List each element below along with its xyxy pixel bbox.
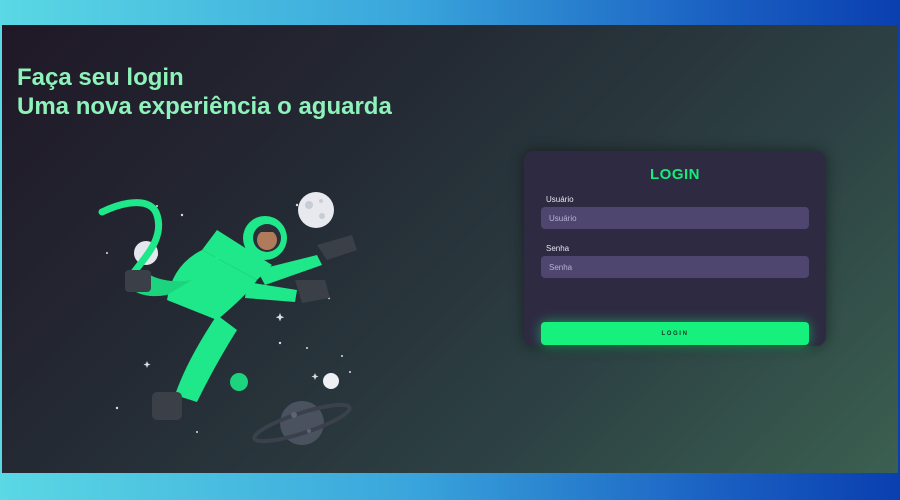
username-input[interactable] xyxy=(541,207,809,229)
hero-line-2: Uma nova experiência o aguarda xyxy=(17,93,392,120)
login-button[interactable]: LOGIN xyxy=(541,322,809,345)
small-moon-icon xyxy=(323,373,339,389)
hero-line-1: Faça seu login xyxy=(17,64,184,91)
planet-icon xyxy=(252,401,352,445)
login-page: Faça seu login Uma nova experiência o ag… xyxy=(2,25,898,473)
password-label: Senha xyxy=(546,244,570,253)
astronaut-icon xyxy=(125,216,357,420)
login-card: LOGIN Usuário Senha LOGIN xyxy=(524,151,826,346)
login-title: LOGIN xyxy=(650,166,700,183)
moon-icon xyxy=(298,192,334,228)
password-input[interactable] xyxy=(541,256,809,278)
astronaut-illustration xyxy=(98,192,357,445)
username-label: Usuário xyxy=(546,195,574,204)
hero-headline: Faça seu login Uma nova experiência o ag… xyxy=(17,63,392,121)
